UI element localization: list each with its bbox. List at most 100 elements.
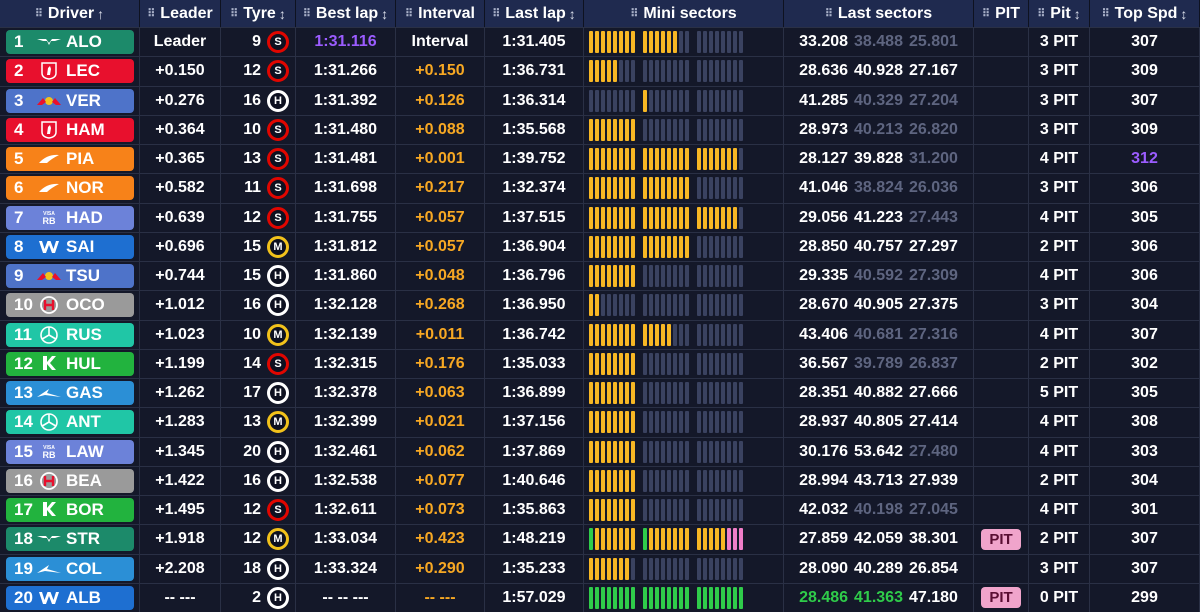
mini-sector-bar <box>709 469 713 492</box>
col-mini-sectors[interactable]: ⠿ Mini sectors <box>584 0 784 27</box>
table-row[interactable]: 3 VER +0.276 16 H 1:31.392 +0.126 1:36.3… <box>0 85 1200 115</box>
table-row[interactable]: 17 BOR +1.495 12 S 1:32.611 +0.073 1:35.… <box>0 495 1200 525</box>
pit-count: 3 PIT <box>1029 28 1090 57</box>
drag-handle-icon[interactable]: ⠿ <box>405 7 413 20</box>
driver-badge[interactable]: 4 HAM <box>6 117 134 142</box>
table-row[interactable]: 7 VISA RB HAD +0.639 12 S 1:31.755 +0.057… <box>0 202 1200 232</box>
driver-badge[interactable]: 11 RUS <box>6 322 134 347</box>
drag-handle-icon[interactable]: ⠿ <box>35 7 43 20</box>
col-last-sectors[interactable]: ⠿ Last sectors <box>784 0 974 27</box>
table-row[interactable]: 4 HAM +0.364 10 S 1:31.480 +0.088 1:35.5… <box>0 114 1200 144</box>
top-speed: 307 <box>1090 28 1200 57</box>
driver-badge[interactable]: 19 COL <box>6 556 134 581</box>
driver-badge[interactable]: 3 VER <box>6 88 134 113</box>
table-row[interactable]: 12 HUL +1.199 14 S 1:32.315 +0.176 1:35.… <box>0 348 1200 378</box>
drag-handle-icon[interactable]: ⠿ <box>1037 7 1045 20</box>
position: 13 <box>14 383 33 403</box>
table-row[interactable]: 5 PIA +0.365 13 S 1:31.481 +0.001 1:39.7… <box>0 144 1200 174</box>
col-interval[interactable]: ⠿ Interval <box>396 0 485 27</box>
table-row[interactable]: 15 VISA RB LAW +1.345 20 H 1:32.461 +0.06… <box>0 436 1200 466</box>
mini-sector-bar <box>631 60 635 83</box>
mini-sector-bar <box>721 206 725 229</box>
driver-badge[interactable]: 18 STR <box>6 527 134 552</box>
col-driver[interactable]: ⠿ Driver ↑ <box>0 0 140 27</box>
mini-sector-bar <box>673 31 677 54</box>
mini-sector-bar <box>721 411 725 434</box>
sort-asc-icon[interactable]: ↑ <box>97 6 104 22</box>
table-row[interactable]: 16 BEA +1.422 16 H 1:32.538 +0.077 1:40.… <box>0 465 1200 495</box>
driver-badge[interactable]: 10 OCO <box>6 293 134 318</box>
drag-handle-icon[interactable]: ⠿ <box>825 7 833 20</box>
drag-handle-icon[interactable]: ⠿ <box>630 7 638 20</box>
sector-time: 40.592 <box>854 267 903 285</box>
sort-icon[interactable]: ↕ <box>279 6 286 22</box>
mini-sector-bar <box>703 60 707 83</box>
driver-badge[interactable]: 8 SAI <box>6 234 134 259</box>
mini-sector-bar <box>721 148 725 171</box>
last-sectors: 43.406 40.681 27.316 <box>784 320 974 349</box>
col-tyre[interactable]: ⠿ Tyre ↕ <box>221 0 296 27</box>
table-row[interactable]: 8 SAI +0.696 15 M 1:31.812 +0.057 1:36.9… <box>0 231 1200 261</box>
sort-icon[interactable]: ↕ <box>381 6 388 22</box>
driver-badge[interactable]: 13 GAS <box>6 381 134 406</box>
drag-handle-icon[interactable]: ⠿ <box>147 7 155 20</box>
aston-martin-logo <box>36 33 62 51</box>
mini-sector-bar <box>709 557 713 580</box>
table-row[interactable]: 19 COL +2.208 18 H 1:33.324 +0.290 1:35.… <box>0 553 1200 583</box>
col-leader[interactable]: ⠿ Leader <box>140 0 221 27</box>
mini-sector-bar <box>649 469 653 492</box>
col-best-lap[interactable]: ⠿ Best lap ↕ <box>296 0 396 27</box>
driver-badge[interactable]: 20 ALB <box>6 585 134 610</box>
drag-handle-icon[interactable]: ⠿ <box>492 7 500 20</box>
table-row[interactable]: 20 ALB -- --- 2 H -- -- --- -- --- 1:57.… <box>0 582 1200 612</box>
sector-time: 38.824 <box>854 179 903 197</box>
col-pit-status[interactable]: ⠿ PIT <box>974 0 1029 27</box>
table-row[interactable]: 1 ALO Leader 9 S 1:31.116 Interval 1:31.… <box>0 27 1200 57</box>
table-row[interactable]: 14 ANT +1.283 13 M 1:32.399 +0.021 1:37.… <box>0 407 1200 437</box>
drag-handle-icon[interactable]: ⠿ <box>230 7 238 20</box>
driver-badge[interactable]: 12 HUL <box>6 351 134 376</box>
tyre-cell: 14 S <box>221 349 296 378</box>
driver-badge[interactable]: 6 NOR <box>6 176 134 201</box>
col-top-speed[interactable]: ⠿ Top Spd ↕ <box>1090 0 1200 27</box>
mini-sector-bar <box>643 148 647 171</box>
mini-sector-bar <box>733 352 737 375</box>
driver-badge[interactable]: 7 VISA RB HAD <box>6 205 134 230</box>
driver-badge[interactable]: 2 LEC <box>6 59 134 84</box>
tyre-laps: 2 <box>252 588 261 606</box>
drag-handle-icon[interactable]: ⠿ <box>1102 7 1110 20</box>
mini-sector-bar <box>739 323 743 346</box>
table-row[interactable]: 10 OCO +1.012 16 H 1:32.128 +0.268 1:36.… <box>0 290 1200 320</box>
last-lap: 1:40.646 <box>485 466 584 495</box>
mini-sector-bar <box>739 411 743 434</box>
driver-badge[interactable]: 15 VISA RB LAW <box>6 439 134 464</box>
driver-badge[interactable]: 1 ALO <box>6 30 134 55</box>
drag-handle-icon[interactable]: ⠿ <box>303 7 311 20</box>
driver-badge[interactable]: 16 BEA <box>6 468 134 493</box>
mini-sector-bar <box>685 557 689 580</box>
driver-badge[interactable]: 5 PIA <box>6 147 134 172</box>
sector-time: 27.414 <box>908 413 958 431</box>
table-body: 1 ALO Leader 9 S 1:31.116 Interval 1:31.… <box>0 27 1200 612</box>
col-last-lap[interactable]: ⠿ Last lap ↕ <box>485 0 584 27</box>
driver-badge[interactable]: 9 TSU <box>6 264 134 289</box>
mini-sector-group <box>697 265 743 288</box>
table-row[interactable]: 6 NOR +0.582 11 S 1:31.698 +0.217 1:32.3… <box>0 173 1200 203</box>
top-speed: 306 <box>1090 262 1200 291</box>
driver-cell: 5 PIA <box>0 145 140 174</box>
sector-time: 28.636 <box>799 62 849 80</box>
mini-sector-bar <box>673 206 677 229</box>
sort-icon[interactable]: ↕ <box>1074 6 1081 22</box>
mini-sector-bar <box>661 235 665 258</box>
drag-handle-icon[interactable]: ⠿ <box>982 7 990 20</box>
driver-badge[interactable]: 14 ANT <box>6 410 134 435</box>
table-row[interactable]: 2 LEC +0.150 12 S 1:31.266 +0.150 1:36.7… <box>0 56 1200 86</box>
driver-badge[interactable]: 17 BOR <box>6 498 134 523</box>
sort-icon[interactable]: ↕ <box>1180 6 1187 22</box>
table-row[interactable]: 9 TSU +0.744 15 H 1:31.860 +0.048 1:36.7… <box>0 261 1200 291</box>
table-row[interactable]: 13 GAS +1.262 17 H 1:32.378 +0.063 1:36.… <box>0 378 1200 408</box>
col-pit[interactable]: ⠿ Pit ↕ <box>1029 0 1090 27</box>
sort-icon[interactable]: ↕ <box>569 6 576 22</box>
table-row[interactable]: 18 STR +1.918 12 M 1:33.034 +0.423 1:48.… <box>0 524 1200 554</box>
table-row[interactable]: 11 RUS +1.023 10 M 1:32.139 +0.011 1:36.… <box>0 319 1200 349</box>
